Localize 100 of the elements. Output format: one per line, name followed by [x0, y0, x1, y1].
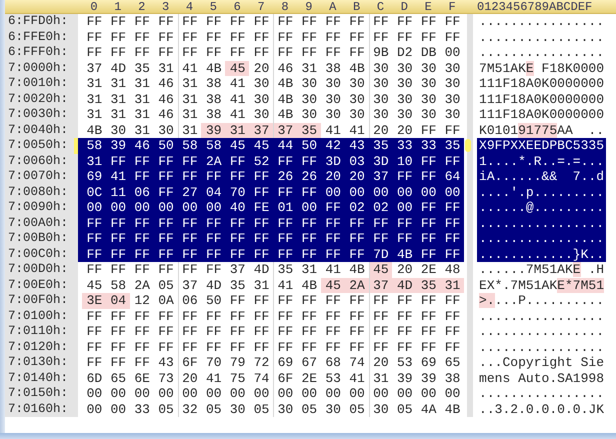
hex-byte[interactable]: FF [201, 14, 226, 30]
hex-byte[interactable]: FF [392, 14, 416, 30]
hex-byte[interactable]: 35 [440, 138, 464, 154]
hex-byte[interactable]: 00 [225, 386, 250, 402]
hex-byte[interactable]: FF [178, 308, 202, 324]
hex-byte[interactable]: 74 [249, 370, 273, 386]
hex-byte[interactable]: 30 [416, 76, 440, 92]
hex-byte[interactable]: 30 [368, 76, 392, 92]
hex-byte[interactable]: 30 [392, 107, 416, 122]
hex-byte[interactable]: 41 [320, 262, 345, 278]
hex-byte[interactable]: FF [225, 216, 250, 231]
hex-byte[interactable]: FF [249, 169, 273, 184]
hex-byte[interactable]: FF [106, 340, 130, 355]
hex-byte[interactable]: 03 [344, 154, 368, 169]
hex-byte[interactable]: 31 [106, 76, 130, 92]
hex-byte[interactable]: 00 [130, 386, 154, 402]
hex-byte[interactable]: FF [320, 200, 345, 216]
hex-byte[interactable]: FF [78, 246, 106, 262]
hex-byte[interactable]: FF [106, 231, 130, 246]
hex-byte[interactable]: FF [392, 340, 416, 355]
hex-byte[interactable]: 26 [296, 169, 321, 184]
hex-byte[interactable]: 31 [106, 107, 130, 122]
hex-byte[interactable]: FF [178, 45, 202, 60]
hex-byte[interactable]: 31 [368, 370, 392, 386]
hex-byte[interactable]: 00 [82, 402, 106, 417]
hex-byte[interactable]: 40 [225, 200, 250, 216]
hex-byte[interactable]: 30 [416, 60, 440, 76]
hex-byte[interactable]: DB [416, 45, 440, 60]
hex-byte[interactable]: 02 [368, 200, 392, 216]
ascii-text[interactable]: ......7M51AKE .H [477, 262, 606, 278]
hex-byte[interactable]: 33 [416, 138, 440, 154]
ascii-text[interactable]: ............}K.. [477, 246, 606, 262]
hex-byte[interactable]: FF [249, 45, 273, 60]
hex-byte[interactable]: 30 [225, 402, 250, 417]
hex-byte[interactable]: 6D [82, 370, 106, 386]
hex-byte[interactable]: 3E [82, 293, 106, 308]
hex-byte[interactable]: FF [368, 308, 392, 324]
hex-byte[interactable]: 12 [130, 293, 154, 308]
hex-byte[interactable]: FF [201, 231, 226, 246]
hex-byte[interactable]: FF [154, 169, 178, 184]
hex-byte[interactable]: 30 [320, 92, 345, 107]
hex-byte[interactable]: 7D [368, 246, 392, 262]
hex-byte[interactable]: 4A [416, 402, 440, 417]
hex-byte[interactable]: 04 [106, 293, 130, 308]
hex-byte[interactable]: 72 [249, 355, 273, 370]
ascii-text[interactable]: ................ [477, 308, 606, 324]
hex-byte[interactable]: 00 [78, 200, 106, 216]
hex-byte[interactable]: 4B [296, 278, 321, 293]
ascii-text[interactable]: ..3.2.0.0.0.0.JK [477, 402, 606, 417]
hex-byte[interactable]: FF [273, 231, 297, 246]
hex-byte[interactable]: FF [130, 231, 154, 246]
hex-byte[interactable]: FF [368, 231, 392, 246]
ascii-text[interactable]: mens Auto.SA1998 [477, 370, 606, 386]
hex-byte[interactable]: 00 [154, 386, 178, 402]
hex-byte[interactable]: 31 [154, 60, 178, 76]
hex-byte[interactable]: 20 [320, 169, 345, 184]
hex-byte[interactable]: FF [201, 246, 226, 262]
hex-byte[interactable]: FF [130, 14, 154, 30]
hex-byte[interactable]: 30 [296, 76, 321, 92]
hex-byte[interactable]: FF [249, 14, 273, 30]
hex-byte[interactable]: 31 [130, 122, 154, 138]
hex-byte[interactable]: FF [440, 14, 464, 30]
hex-byte[interactable]: FF [320, 324, 345, 340]
hex-byte[interactable]: FF [130, 355, 154, 370]
hex-byte[interactable]: 2A [130, 278, 154, 293]
hex-byte[interactable]: 30 [320, 76, 345, 92]
hex-byte[interactable]: 0C [78, 184, 106, 200]
hex-byte[interactable]: 27 [178, 184, 202, 200]
hex-byte[interactable]: FF [344, 30, 368, 45]
hex-byte[interactable]: FF [106, 216, 130, 231]
hex-byte[interactable]: 00 [201, 200, 226, 216]
hex-byte[interactable]: FF [392, 216, 416, 231]
hex-byte[interactable]: 3D [368, 154, 392, 169]
hex-byte[interactable]: 79 [225, 355, 250, 370]
hex-byte[interactable]: FF [249, 308, 273, 324]
hex-byte[interactable]: 00 [320, 184, 345, 200]
hex-byte[interactable]: 37 [368, 169, 392, 184]
hex-byte[interactable]: 00 [344, 386, 368, 402]
hex-byte[interactable]: 05 [344, 402, 368, 417]
hex-byte[interactable]: 38 [201, 107, 226, 122]
hex-byte[interactable]: 53 [320, 370, 345, 386]
hex-byte[interactable]: FF [416, 154, 440, 169]
hex-byte[interactable]: 65 [440, 355, 464, 370]
hex-byte[interactable]: FF [82, 14, 106, 30]
hex-byte[interactable]: 30 [440, 107, 464, 122]
hex-byte[interactable]: 20 [392, 262, 416, 278]
hex-byte[interactable]: FF [440, 30, 464, 45]
hex-byte[interactable]: FF [154, 308, 178, 324]
hex-byte[interactable]: FF [82, 355, 106, 370]
hex-byte[interactable]: 31 [82, 76, 106, 92]
hex-byte[interactable]: FF [130, 324, 154, 340]
hex-byte[interactable]: 10 [392, 154, 416, 169]
hex-byte[interactable]: FF [106, 154, 130, 169]
hex-byte[interactable]: FF [154, 262, 178, 278]
hex-byte[interactable]: FF [368, 216, 392, 231]
hex-byte[interactable]: FE [249, 200, 273, 216]
hex-byte[interactable]: FF [154, 14, 178, 30]
hex-byte[interactable]: FF [296, 293, 321, 308]
hex-byte[interactable]: 33 [392, 138, 416, 154]
hex-byte[interactable]: FF [273, 216, 297, 231]
